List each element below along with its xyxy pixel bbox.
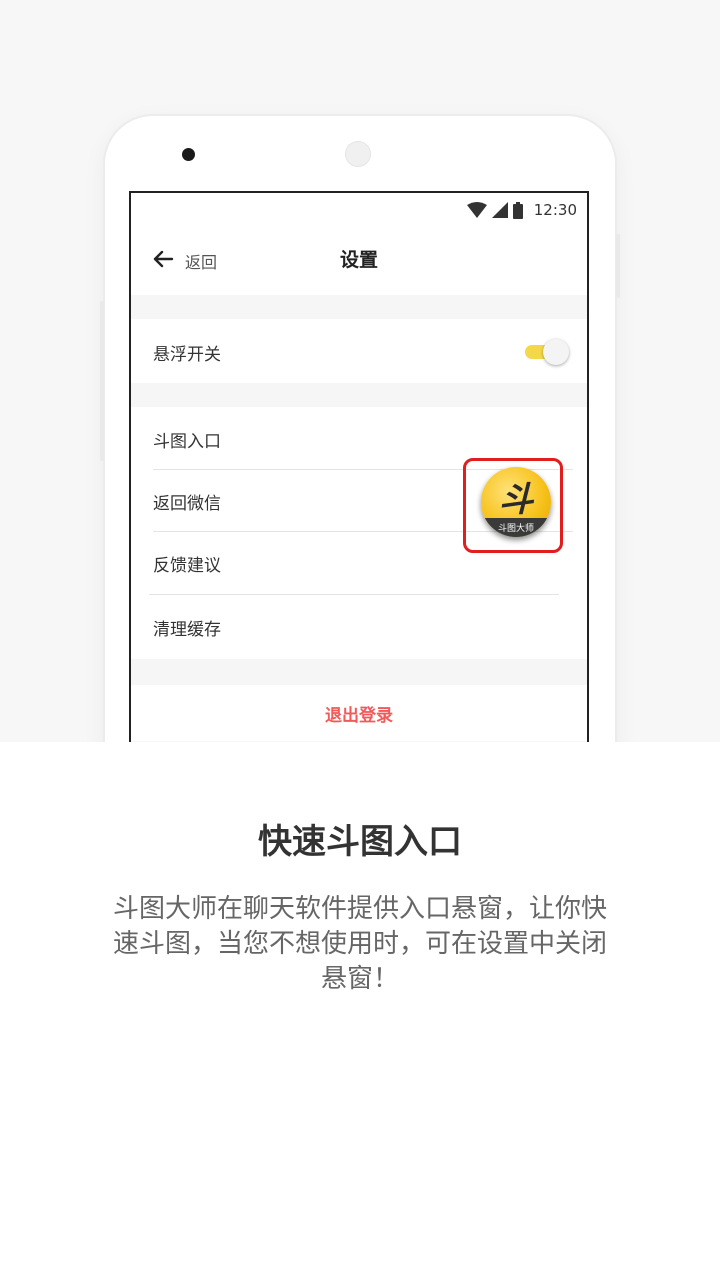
- phone-power-button: [616, 234, 620, 298]
- phone-side-button: [100, 301, 104, 461]
- float-switch-toggle[interactable]: [525, 339, 569, 365]
- phone-frame: 12:30 返回 设置 悬浮开关 斗图入口 返回微信 反馈建议 清理缓存 退出登…: [100, 116, 620, 742]
- dou-logo-icon: 斗: [499, 480, 533, 520]
- logout-row[interactable]: 退出登录: [131, 685, 587, 741]
- float-switch-row[interactable]: 悬浮开关: [131, 319, 587, 383]
- float-ball-caption: 斗图大师: [497, 524, 534, 534]
- list-item-label: 斗图入口: [153, 432, 221, 452]
- wifi-icon: [466, 202, 487, 218]
- section-gap: [131, 659, 587, 685]
- promo-headline: 快速斗图入口: [258, 822, 462, 862]
- status-bar: 12:30: [131, 193, 587, 227]
- toggle-knob: [543, 339, 569, 365]
- list-item-label: 返回微信: [153, 494, 221, 514]
- title-bar: 返回 设置: [131, 227, 587, 295]
- float-switch-label: 悬浮开关: [153, 345, 221, 365]
- list-item-label: 清理缓存: [153, 620, 221, 640]
- status-time: 12:30: [533, 201, 577, 219]
- list-item-clear-cache[interactable]: 清理缓存: [131, 595, 587, 659]
- signal-icon: [491, 202, 508, 218]
- phone-camera: [182, 148, 195, 161]
- showcase-background: 12:30 返回 设置 悬浮开关 斗图入口 返回微信 反馈建议 清理缓存 退出登…: [0, 0, 720, 742]
- page-title: 设置: [339, 249, 378, 271]
- section-gap: [131, 383, 587, 407]
- logout-button[interactable]: 退出登录: [131, 701, 587, 726]
- screen-bottom-area: [131, 741, 587, 742]
- section-gap: [131, 295, 587, 319]
- battery-icon: [512, 201, 523, 219]
- phone-sensor: [345, 141, 371, 167]
- float-ball-button[interactable]: 斗 斗图大师: [481, 467, 551, 537]
- list-item-label: 反馈建议: [153, 556, 221, 576]
- promo-description: 斗图大师在聊天软件提供入口悬窗，让你快速斗图，当您不想使用时，可在设置中关闭悬窗…: [112, 894, 607, 994]
